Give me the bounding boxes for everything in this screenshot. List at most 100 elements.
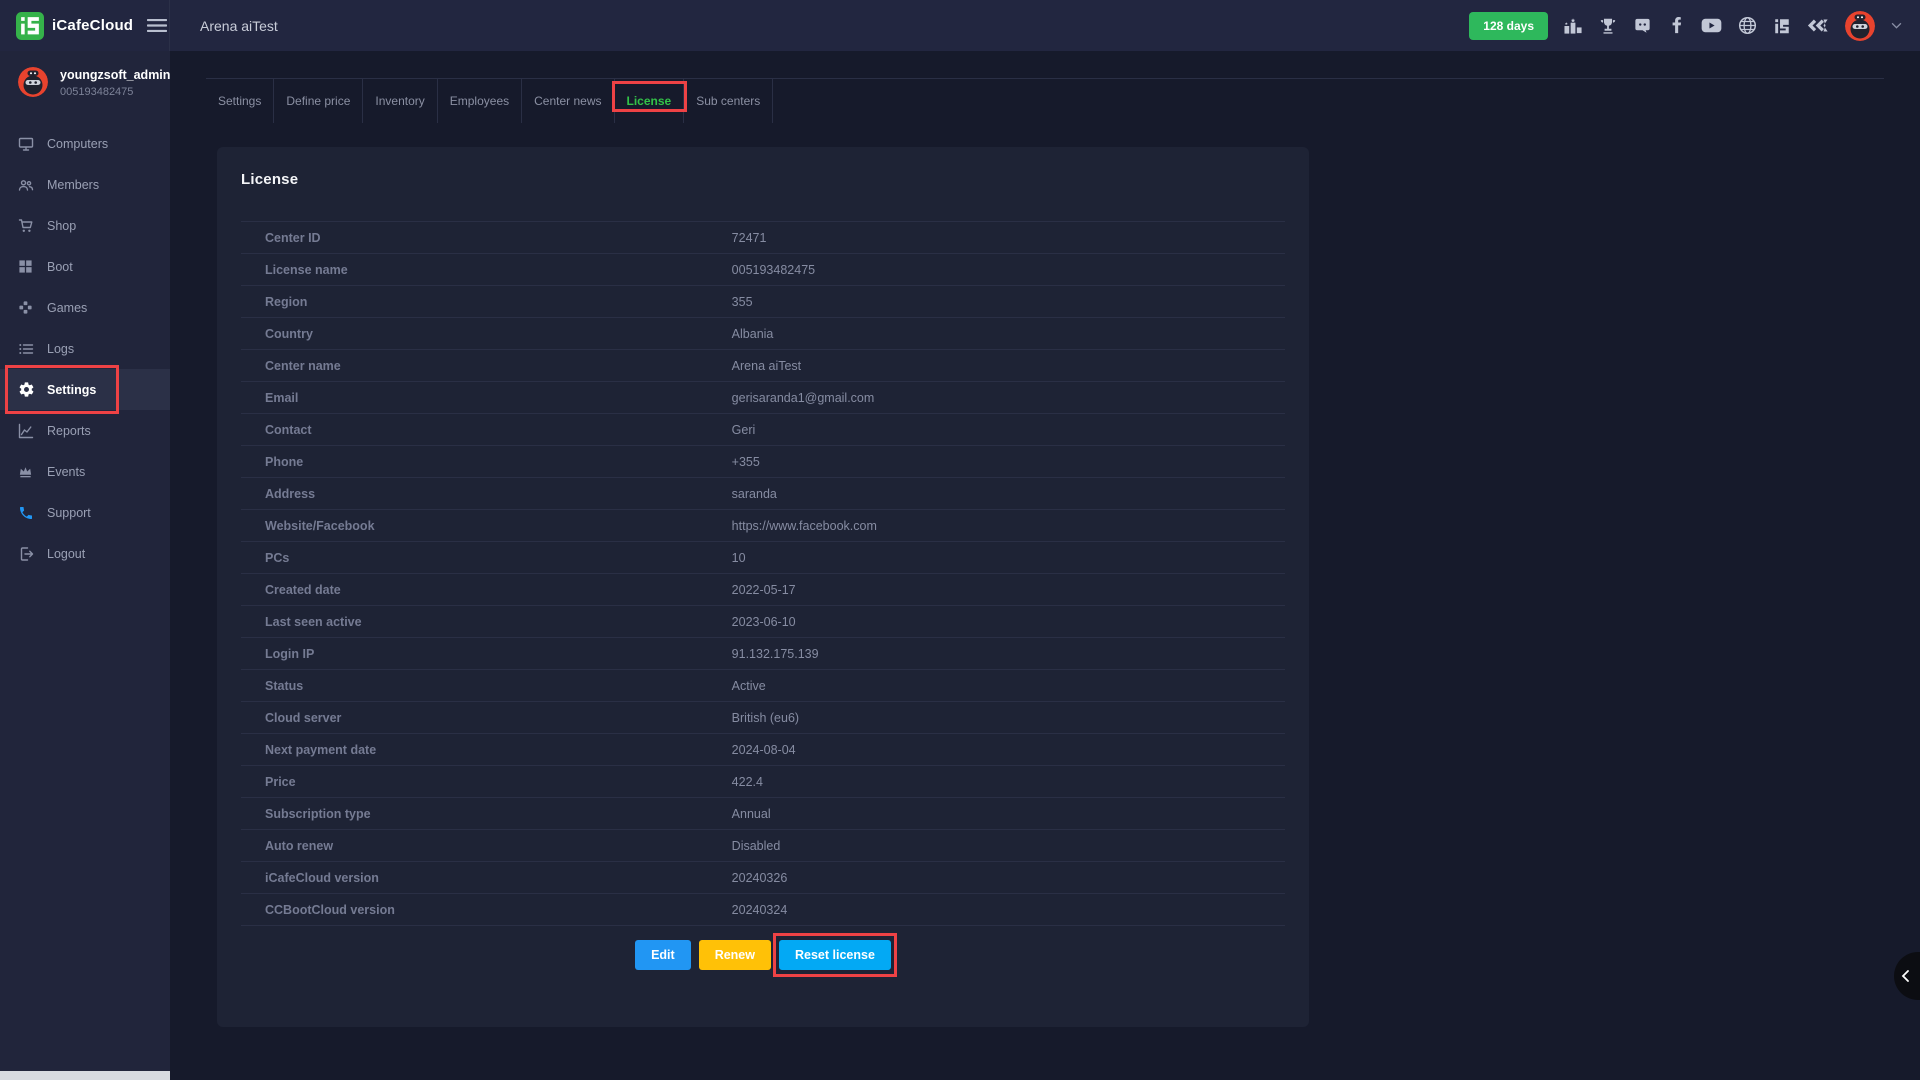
sidebar-item-label: Logout	[47, 547, 85, 561]
reset-license-button[interactable]: Reset license	[779, 940, 891, 970]
sidebar-item-label: Games	[47, 301, 87, 315]
sidebar-scrollbar[interactable]	[0, 1071, 170, 1080]
menu-toggle-icon[interactable]	[147, 18, 167, 33]
boot-icon	[18, 259, 35, 274]
row-label: Contact	[241, 423, 732, 437]
license-row-phone: Phone+355	[241, 445, 1285, 477]
sidebar-item-support[interactable]: Support	[0, 492, 170, 533]
tab-sub-centers[interactable]: Sub centers	[684, 79, 773, 123]
row-value: Arena aiTest	[732, 359, 801, 373]
youtube-icon[interactable]	[1701, 18, 1722, 33]
row-value: gerisaranda1@gmail.com	[732, 391, 875, 405]
license-row-email: Emailgerisaranda1@gmail.com	[241, 381, 1285, 413]
sidebar-item-events[interactable]: Events	[0, 451, 170, 492]
license-row-price: Price422.4	[241, 765, 1285, 797]
username: youngzsoft_admin	[60, 68, 170, 82]
row-label: Cloud server	[241, 711, 732, 725]
license-row-contact: ContactGeri	[241, 413, 1285, 445]
sidebar-item-label: Events	[47, 465, 85, 479]
logout-icon	[18, 546, 35, 562]
brand-name: iCafeCloud	[52, 17, 133, 34]
license-row-last-seen-active: Last seen active2023-06-10	[241, 605, 1285, 637]
row-label: iCafeCloud version	[241, 871, 732, 885]
license-row-ccbootcloud-version: CCBootCloud version20240324	[241, 893, 1285, 925]
row-label: License name	[241, 263, 732, 277]
brand-area: iCafeCloud	[0, 0, 170, 51]
icafecloud-icon[interactable]	[1773, 17, 1791, 35]
row-label: Email	[241, 391, 732, 405]
row-label: Region	[241, 295, 732, 309]
row-label: Subscription type	[241, 807, 732, 821]
tab-license[interactable]: License	[615, 79, 685, 123]
license-row-center-name: Center nameArena aiTest	[241, 349, 1285, 381]
chevron-down-icon[interactable]	[1891, 22, 1902, 29]
row-value: 91.132.175.139	[732, 647, 819, 661]
trophy-icon[interactable]	[1599, 17, 1617, 35]
row-value: Albania	[732, 327, 774, 341]
facebook-icon[interactable]	[1668, 17, 1685, 34]
sidebar-item-boot[interactable]: Boot	[0, 246, 170, 287]
sidebar-item-label: Logs	[47, 342, 74, 356]
page-title: Arena aiTest	[200, 18, 278, 34]
sidebar-item-label: Reports	[47, 424, 91, 438]
youngzsoft-icon[interactable]	[1807, 18, 1829, 33]
header-right: 128 days	[1469, 11, 1920, 41]
sidebar-item-reports[interactable]: Reports	[0, 410, 170, 451]
members-icon	[18, 177, 35, 193]
license-row-auto-renew: Auto renewDisabled	[241, 829, 1285, 861]
row-label: Center name	[241, 359, 732, 373]
row-value: 2023-06-10	[732, 615, 796, 629]
sidebar-item-label: Boot	[47, 260, 73, 274]
tab-employees[interactable]: Employees	[438, 79, 522, 123]
sidebar-item-label: Members	[47, 178, 99, 192]
card-title: License	[241, 171, 1285, 188]
row-value: 2022-05-17	[732, 583, 796, 597]
sidebar-item-label: Shop	[47, 219, 76, 233]
license-row-status: StatusActive	[241, 669, 1285, 701]
row-value: 72471	[732, 231, 767, 245]
action-buttons: Edit Renew Reset license	[241, 940, 1285, 970]
edit-button[interactable]: Edit	[635, 940, 691, 970]
row-label: Country	[241, 327, 732, 341]
row-value: 20240324	[732, 903, 788, 917]
sidebar-item-label: Computers	[47, 137, 108, 151]
sidebar-user-avatar[interactable]	[18, 67, 48, 97]
row-value: Annual	[732, 807, 771, 821]
row-value: +355	[732, 455, 760, 469]
row-value: 005193482475	[732, 263, 815, 277]
row-label: Login IP	[241, 647, 732, 661]
discord-icon[interactable]	[1633, 16, 1652, 35]
license-row-center-id: Center ID72471	[241, 221, 1285, 253]
renew-button[interactable]: Renew	[699, 940, 771, 970]
tab-center-news[interactable]: Center news	[522, 79, 614, 123]
globe-icon[interactable]	[1738, 16, 1757, 35]
sidebar-item-logs[interactable]: Logs	[0, 328, 170, 369]
days-remaining-badge[interactable]: 128 days	[1469, 12, 1548, 40]
sidebar-item-members[interactable]: Members	[0, 164, 170, 205]
reports-icon	[18, 423, 35, 439]
sidebar-item-computers[interactable]: Computers	[0, 123, 170, 164]
row-label: Auto renew	[241, 839, 732, 853]
shop-icon	[18, 218, 35, 234]
sidebar-item-logout[interactable]: Logout	[0, 533, 170, 574]
license-row-created-date: Created date2022-05-17	[241, 573, 1285, 605]
row-value: https://www.facebook.com	[732, 519, 877, 533]
tab-define-price[interactable]: Define price	[274, 79, 363, 123]
tab-settings[interactable]: Settings	[206, 79, 274, 123]
sidebar-item-shop[interactable]: Shop	[0, 205, 170, 246]
ranking-icon[interactable]	[1564, 18, 1583, 34]
sidebar-item-settings[interactable]: Settings	[0, 369, 170, 410]
row-label: Center ID	[241, 231, 732, 245]
tab-inventory[interactable]: Inventory	[363, 79, 437, 123]
sidebar-item-games[interactable]: Games	[0, 287, 170, 328]
license-table: Center ID72471 License name005193482475 Re…	[241, 221, 1285, 926]
row-value: 355	[732, 295, 753, 309]
tab-bar: SettingsDefine priceInventoryEmployeesCe…	[206, 78, 1884, 123]
user-avatar[interactable]	[1845, 11, 1875, 41]
sidebar: youngzsoft_admin 005193482475 ComputersM…	[0, 51, 170, 1080]
row-value: Active	[732, 679, 766, 693]
events-icon	[18, 464, 35, 479]
sidebar-item-label: Settings	[47, 383, 96, 397]
row-value: 422.4	[732, 775, 763, 789]
computers-icon	[18, 136, 35, 152]
